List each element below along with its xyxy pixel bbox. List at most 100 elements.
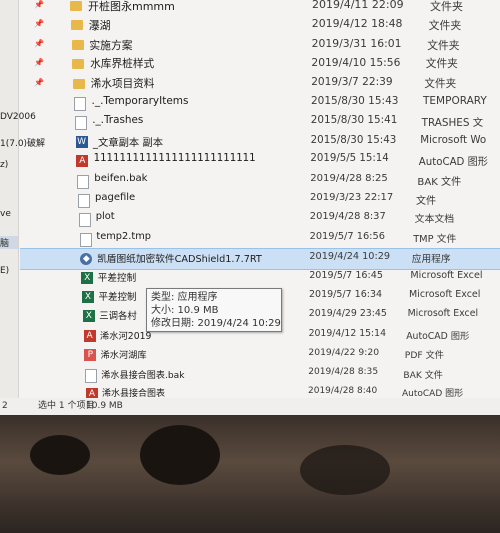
file-name: 浠水项目资料 — [90, 77, 155, 90]
file-row[interactable]: ._.TemporaryItems 2015/8/30 15:43 TEMPORAR… — [20, 93, 500, 113]
file-row[interactable]: plot 2019/4/28 8:37 文本文档 — [20, 209, 500, 229]
file-row[interactable]: beifen.bak 2019/4/28 8:25 BAK 文件 — [20, 171, 500, 191]
file-row[interactable]: 浠水县接合图表.bak 2019/4/28 8:35 BAK 文件 — [20, 365, 500, 385]
file-type: PDF 文件 — [404, 350, 444, 362]
navigation-pane: DV2006 1(7.0)破解 z) ve 脑 E) — [0, 0, 45, 398]
file-date: 2019/4/29 23:45 — [308, 308, 387, 320]
file-name: plot — [95, 211, 115, 223]
file-date: 2019/4/11 22:09 — [312, 0, 404, 11]
file-date: 2019/3/31 16:01 — [311, 36, 402, 50]
folder-icon — [73, 78, 86, 89]
file-name: 瀑湖 — [88, 19, 111, 33]
file-type: BAK 文件 — [403, 370, 443, 381]
pin-icon[interactable]: 📌 — [34, 0, 44, 9]
file-name: 开桩图永mmmm — [88, 0, 175, 13]
file-name: _文章副本 副本 — [92, 136, 164, 149]
file-name: beifen.bak — [94, 172, 148, 184]
file-name: pagefile — [95, 192, 136, 203]
file-info-tooltip: 类型: 应用程序 大小: 10.9 MB 修改日期: 2019/4/24 10:… — [146, 288, 282, 332]
selection-size: 10.9 MB — [86, 401, 123, 411]
nav-pane-item[interactable]: 脑 — [0, 236, 18, 249]
file-type: 文本文档 — [414, 214, 455, 226]
excel-icon: X — [82, 310, 95, 323]
file-date: 2019/4/28 8:40 — [308, 386, 378, 396]
file-date: 2019/4/22 9:20 — [308, 347, 380, 359]
file-name: ._.TemporaryItems — [91, 95, 189, 107]
file-row[interactable]: P 浠水河湖库 2019/4/22 9:20 PDF 文件 — [20, 345, 500, 365]
file-date: 2015/8/30 15:43 — [311, 95, 399, 107]
pin-icon[interactable]: 📌 — [34, 39, 44, 48]
file-type: 文件夹 — [427, 38, 460, 52]
file-row[interactable]: 📌 瀑湖 2019/4/12 18:48 文件夹 — [20, 15, 500, 35]
word-icon: W — [75, 135, 88, 148]
file-type: AutoCAD 图形 — [406, 330, 470, 342]
item-count: 2 — [2, 401, 8, 411]
excel-icon: X — [82, 291, 94, 303]
file-date: 2015/8/30 15:41 — [310, 114, 398, 127]
file-date: 2019/3/7 22:39 — [311, 75, 393, 88]
file-type: 文件夹 — [424, 77, 457, 90]
file-type: AutoCAD 图形 — [418, 157, 488, 169]
nav-pane-item[interactable]: E) — [0, 266, 9, 276]
file-name: 三调各村 — [99, 311, 137, 323]
file-type: TRASHES 文 — [421, 117, 484, 130]
nav-pane-item[interactable]: z) — [0, 160, 8, 170]
file-date: 2019/5/7 16:34 — [309, 289, 383, 300]
file-type: TEMPORARY — [423, 95, 487, 107]
file-name: 平差控制 — [97, 272, 137, 284]
file-type: 文件 — [416, 196, 436, 207]
cad-icon: A — [83, 329, 96, 342]
file-date: 2019/5/5 15:14 — [310, 153, 389, 165]
file-icon — [85, 368, 98, 383]
file-date: 2019/4/28 8:37 — [309, 211, 386, 223]
file-icon — [78, 213, 91, 228]
shadow-shape — [300, 445, 390, 495]
file-row[interactable]: X 平差控制 2019/5/7 16:45 Microsoft Excel — [20, 268, 500, 288]
pin-icon[interactable]: 📌 — [34, 19, 44, 28]
file-type: Microsoft Excel — [409, 289, 481, 300]
excel-icon: X — [81, 271, 94, 284]
tooltip-date: 修改日期: 2019/4/24 10:29 — [151, 318, 281, 329]
pin-icon[interactable]: 📌 — [34, 78, 44, 87]
file-row[interactable]: 📌 浠水项目资料 2019/3/7 22:39 文件夹 — [20, 74, 500, 94]
file-type: Microsoft Wo — [420, 133, 487, 146]
nav-pane-item[interactable]: ve — [0, 209, 11, 219]
file-row[interactable]: A 1111111111111111111111111 2019/5/5 15:14… — [20, 151, 500, 171]
file-row[interactable]: ._.Trashes 2015/8/30 15:41 TRASHES 文 — [20, 112, 500, 132]
file-name: 凯盾图纸加密软件CADShield1.7.7RT — [97, 254, 262, 266]
file-date: 2015/8/30 15:43 — [310, 133, 397, 146]
file-name: 实施方案 — [89, 38, 133, 52]
file-name: 浠水县接合图表.bak — [101, 370, 185, 381]
file-date: 2019/4/28 8:25 — [310, 172, 388, 184]
file-name: temp2.tmp — [96, 230, 151, 242]
file-name: 浠水河湖库 — [100, 350, 147, 362]
folder-icon — [72, 59, 85, 70]
file-type: BAK 文件 — [417, 176, 462, 188]
file-row[interactable]: 📌 实施方案 2019/3/31 16:01 文件夹 — [20, 35, 500, 55]
file-name: ._.Trashes — [92, 114, 144, 127]
cad-icon: A — [76, 155, 89, 168]
file-type: Microsoft Excel — [407, 308, 479, 320]
file-date: 2019/5/7 16:45 — [309, 269, 383, 281]
folder-icon — [71, 39, 84, 50]
file-row[interactable]: 📌 水库界桩样式 2019/4/10 15:56 文件夹 — [20, 54, 500, 74]
file-explorer-window: DV2006 1(7.0)破解 z) ve 脑 E) 📌 开桩图永mmmm 2019/4/11… — [0, 0, 500, 415]
app-icon: ◆ — [80, 253, 93, 266]
file-type: Microsoft Excel — [410, 269, 483, 281]
file-row[interactable]: W _文章副本 副本 2015/8/30 15:43 Microsoft Wo — [20, 132, 500, 152]
pin-icon[interactable]: 📌 — [34, 58, 44, 67]
file-date: 2019/3/23 22:17 — [310, 192, 394, 203]
file-row[interactable]: 📌 开桩图永mmmm 2019/4/11 22:09 文件夹 — [20, 0, 500, 16]
file-list: 📌 开桩图永mmmm 2019/4/11 22:09 文件夹 📌 瀑湖 2019/4/12 … — [20, 0, 500, 400]
file-row[interactable]: temp2.tmp 2019/5/7 16:56 TMP 文件 — [20, 229, 500, 249]
shadow-shape — [140, 425, 220, 485]
desk-background — [0, 415, 500, 533]
pdf-icon: P — [84, 349, 97, 362]
file-row[interactable]: pagefile 2019/3/23 22:17 文件 — [20, 190, 500, 210]
file-icon — [78, 194, 90, 208]
tooltip-type: 类型: 应用程序 — [151, 292, 218, 303]
folder-icon — [70, 20, 83, 31]
file-date: 2019/4/24 10:29 — [309, 251, 391, 263]
file-icon — [74, 97, 86, 111]
file-type: TMP 文件 — [413, 233, 457, 245]
